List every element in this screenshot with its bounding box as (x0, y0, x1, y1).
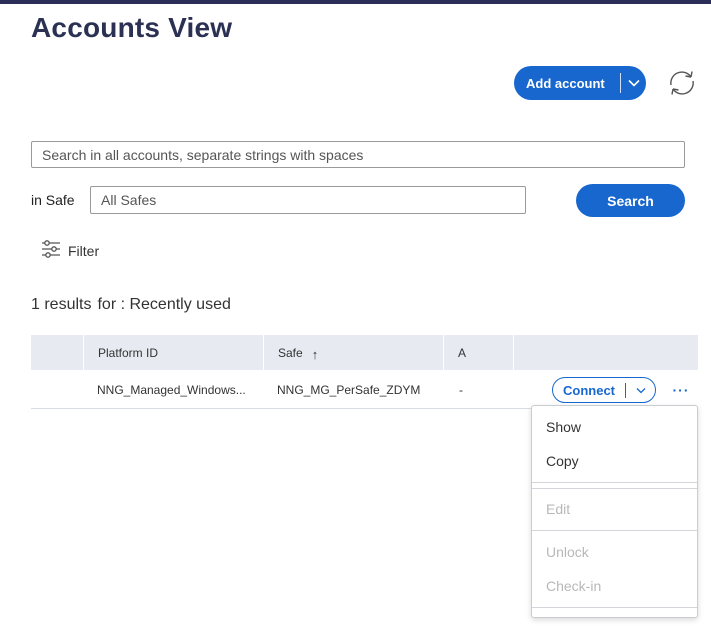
chevron-down-icon[interactable] (621, 79, 646, 87)
menu-item-unlock: Unlock (546, 544, 589, 560)
refresh-icon[interactable] (664, 66, 700, 100)
filter-button[interactable]: Filter (41, 240, 99, 261)
cell-safe: NNG_MG_PerSafe_ZDYM (277, 383, 421, 397)
menu-item-edit: Edit (546, 501, 571, 517)
menu-divider (532, 530, 697, 531)
results-summary: 1 results for : Recently used (31, 296, 231, 314)
menu-item-show[interactable]: Show (546, 419, 581, 435)
cell-a: - (459, 383, 463, 397)
menu-divider (532, 607, 697, 608)
column-header-label: Platform ID (98, 345, 159, 360)
connect-button[interactable]: Connect (552, 377, 656, 403)
in-safe-label: in Safe (31, 192, 75, 208)
safe-input[interactable] (90, 186, 526, 214)
menu-item-check-in: Check-in (546, 578, 602, 594)
results-count: 1 results (31, 296, 92, 313)
filter-label: Filter (68, 242, 100, 259)
more-actions-icon[interactable]: ··· (670, 380, 692, 400)
chevron-down-icon[interactable] (626, 387, 655, 394)
table-header: Platform ID Safe ↑ A (31, 335, 698, 370)
top-bar (0, 0, 711, 4)
column-header-a[interactable]: A (443, 335, 513, 370)
column-header-actions (513, 335, 698, 370)
actions-menu: Show Copy Edit Unlock Check-in (531, 405, 698, 618)
search-button[interactable]: Search (576, 184, 685, 217)
page-title: Accounts View (31, 12, 233, 43)
cell-platform-id: NNG_Managed_Windows... (97, 383, 246, 397)
column-header-label: Safe (278, 345, 303, 360)
column-header-select[interactable] (31, 335, 83, 370)
column-header-platform-id[interactable]: Platform ID (83, 335, 263, 370)
results-for: for : Recently used (97, 296, 231, 313)
menu-item-copy[interactable]: Copy (546, 453, 579, 469)
add-account-label: Add account (526, 75, 605, 91)
search-input[interactable] (31, 141, 685, 168)
menu-divider (532, 482, 697, 483)
connect-label: Connect (563, 382, 615, 398)
column-header-safe[interactable]: Safe ↑ (263, 335, 443, 370)
sort-ascending-icon: ↑ (311, 347, 319, 362)
add-account-button[interactable]: Add account (514, 66, 646, 100)
filter-icon (41, 240, 61, 261)
menu-divider (532, 488, 697, 489)
column-header-label: A (458, 345, 467, 360)
